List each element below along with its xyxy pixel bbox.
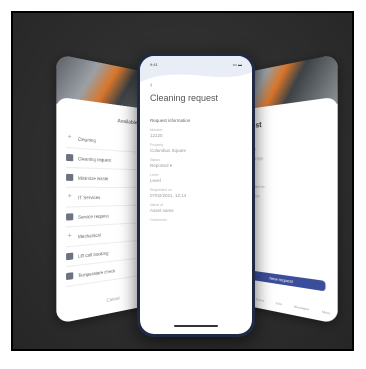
plus-icon: + bbox=[67, 134, 72, 142]
field-label: Location bbox=[244, 142, 328, 152]
field-requested-on: Requested on 07/02/2021, 12:14 bbox=[150, 188, 242, 199]
tab-messages[interactable]: Messages bbox=[294, 304, 309, 311]
menu-item-label: Mechanical bbox=[77, 231, 101, 239]
page-title: Cleaning request bbox=[150, 93, 219, 103]
field-level: Level Level bbox=[150, 173, 242, 184]
broom-icon bbox=[66, 153, 74, 162]
field-value: Level bbox=[150, 178, 161, 183]
field-asset: Name of Asset name bbox=[150, 203, 242, 214]
tab-forms[interactable]: Forms bbox=[256, 297, 264, 303]
menu-item-label: Cleaning bbox=[77, 135, 96, 143]
field-label: Comments bbox=[150, 218, 167, 222]
menu-item-label: Lift call booking bbox=[77, 249, 109, 259]
tab-more[interactable]: More bbox=[322, 309, 330, 315]
field-property: Property Columbus Square bbox=[150, 143, 242, 154]
center-phone: 9:41 ••• ▬ ‹ Cleaning request Request in… bbox=[137, 53, 255, 337]
field-value: Asset name bbox=[150, 208, 174, 213]
field-label: Status bbox=[244, 163, 328, 170]
field-label: Level bbox=[244, 174, 328, 180]
field-value: Reported ▾ bbox=[150, 163, 173, 168]
menu-item-label: Cleaning request bbox=[77, 155, 112, 163]
menu-item-label: Minimize waste bbox=[77, 174, 109, 181]
menu-item-label: Service request bbox=[77, 212, 109, 220]
status-time: 9:41 bbox=[150, 62, 158, 67]
home-indicator bbox=[174, 325, 218, 327]
request-title: quest bbox=[244, 114, 328, 131]
field-status[interactable]: Status Reported ▾ bbox=[150, 158, 242, 169]
lift-icon bbox=[66, 252, 74, 261]
field-label: Comments bbox=[244, 194, 328, 199]
field-value: 12120 bbox=[150, 133, 163, 138]
menu-item-label: Temperature check bbox=[77, 267, 116, 278]
bin-icon bbox=[66, 173, 74, 181]
bottom-margin bbox=[11, 351, 354, 369]
field-value: Columbus Square bbox=[150, 148, 187, 153]
tab-jobs[interactable]: Jobs bbox=[276, 301, 283, 307]
back-button[interactable]: ‹ bbox=[150, 82, 152, 89]
plus-icon: + bbox=[67, 233, 72, 241]
field-label: Requested on bbox=[244, 184, 265, 189]
field-label: Number bbox=[244, 132, 328, 143]
request-fields: Number 12120 Property Columbus Square Stat… bbox=[150, 128, 242, 227]
field-number: Number 12120 bbox=[150, 128, 242, 139]
status-bar: 9:41 ••• ▬ bbox=[150, 62, 242, 67]
menu-item-label: IT Services bbox=[77, 193, 101, 200]
monitor-icon bbox=[66, 213, 74, 221]
plus-icon: + bbox=[67, 193, 72, 201]
field-value: 07/02/2021, 12:14 bbox=[150, 193, 187, 198]
field-label: Request type bbox=[244, 156, 264, 161]
center-phone-screen: 9:41 ••• ▬ ‹ Cleaning request Request in… bbox=[140, 56, 252, 334]
status-icons: ••• ▬ bbox=[232, 62, 242, 67]
section-heading: Request information bbox=[150, 118, 191, 123]
thermometer-icon bbox=[66, 272, 74, 281]
image-frame: Available options + Cleaning Cleaning req… bbox=[11, 11, 354, 351]
field-comments[interactable]: Comments bbox=[150, 218, 242, 223]
